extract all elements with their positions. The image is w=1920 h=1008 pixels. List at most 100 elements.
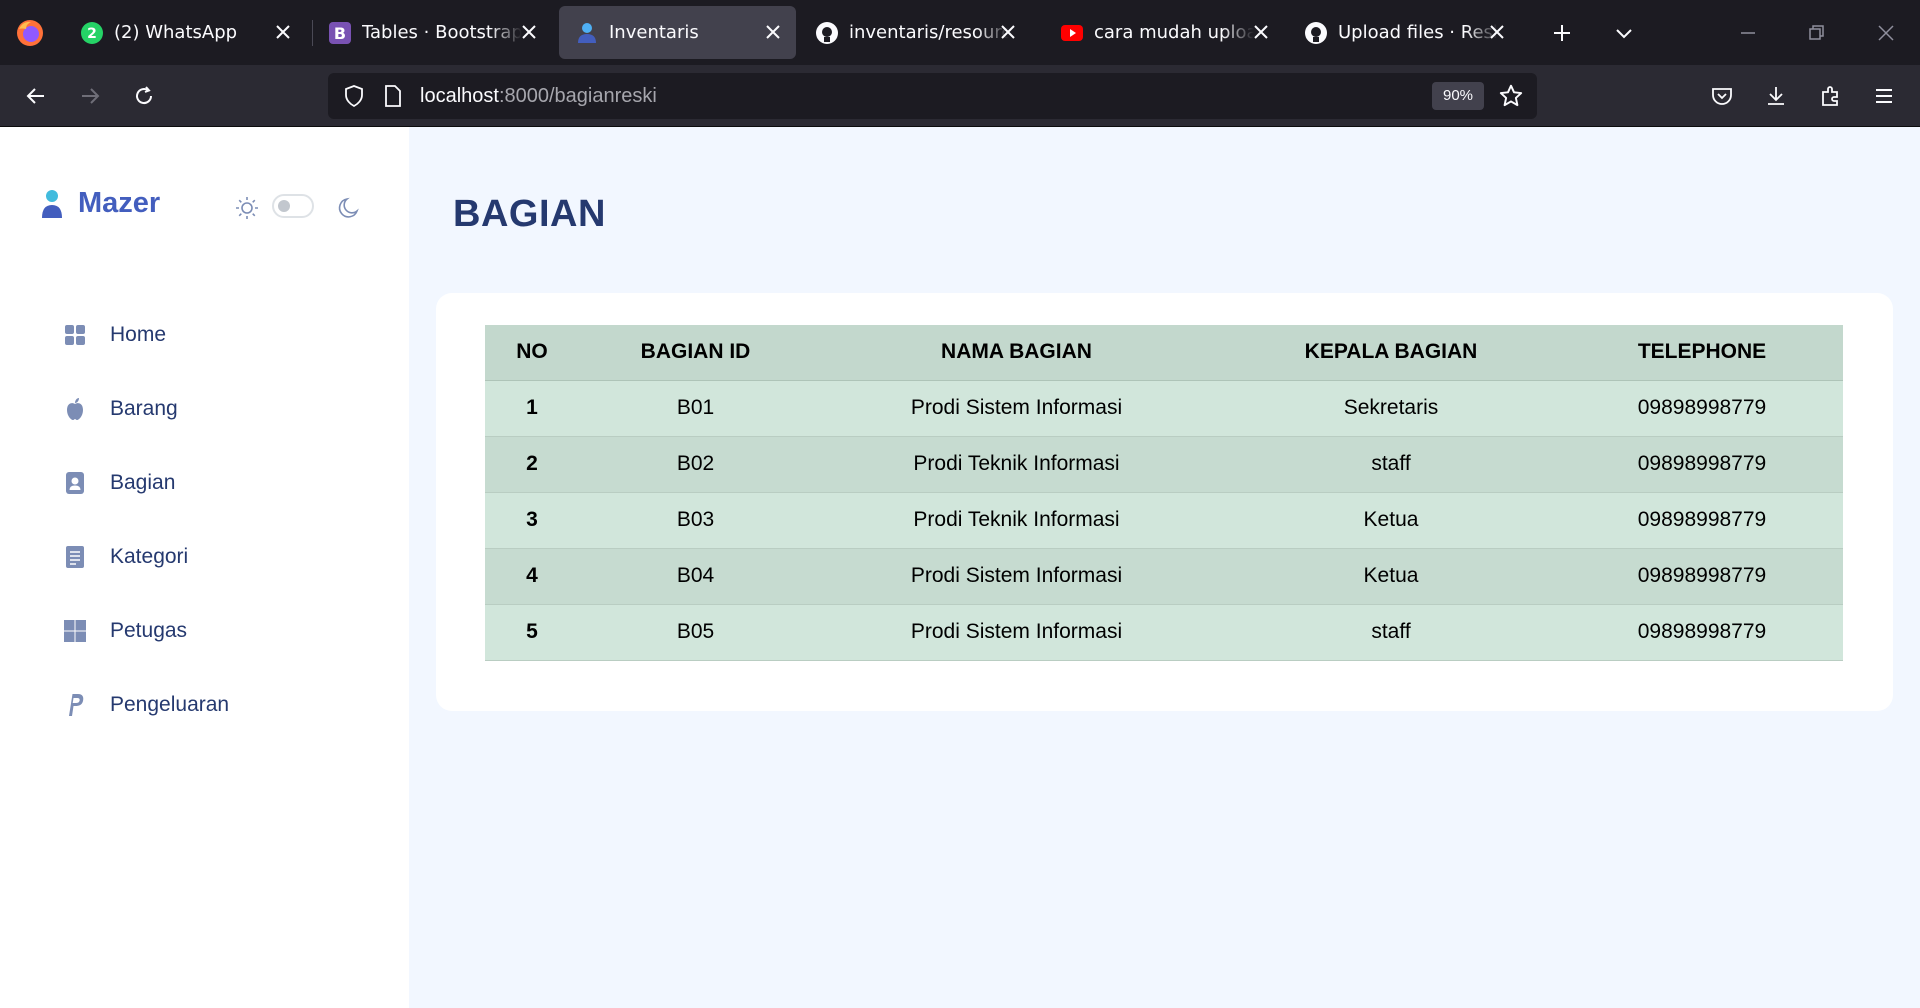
page-title: BAGIAN xyxy=(453,193,606,235)
table-cell: 09898998779 xyxy=(1561,548,1843,605)
brand-name: Mazer xyxy=(78,187,161,219)
tab-inventaris[interactable]: Inventaris xyxy=(559,6,796,59)
table-cell: B02 xyxy=(579,436,812,493)
table-cell: 4 xyxy=(485,548,579,605)
table-cell: Prodi Sistem Informasi xyxy=(812,380,1221,437)
svg-text:2: 2 xyxy=(87,26,97,42)
downloads-button[interactable] xyxy=(1758,78,1794,114)
close-icon xyxy=(1878,25,1894,41)
sidebar-item-bagian[interactable]: Bagian xyxy=(60,458,360,508)
column-header: NAMA BAGIAN xyxy=(812,325,1221,381)
table-row: 4 B04 Prodi Sistem Informasi Ketua 09898… xyxy=(485,548,1843,605)
restore-icon xyxy=(1809,25,1824,40)
theme-toggle[interactable] xyxy=(234,190,359,224)
page-icon[interactable] xyxy=(382,84,404,112)
pocket-icon xyxy=(1712,88,1732,105)
arrow-left-icon xyxy=(26,88,44,104)
tab-label: Upload files · ReskiU xyxy=(1338,22,1498,43)
brand-logo[interactable]: Mazer xyxy=(40,187,160,220)
zoom-level-badge[interactable]: 90% xyxy=(1432,82,1484,110)
plus-icon xyxy=(1554,25,1570,41)
reload-button[interactable] xyxy=(126,78,162,114)
table-cell: B03 xyxy=(579,492,812,549)
url-path: :8000/bagianreski xyxy=(498,85,657,107)
download-icon xyxy=(1768,87,1784,105)
table-cell: 09898998779 xyxy=(1561,436,1843,493)
table-header-row: NO BAGIAN ID NAMA BAGIAN KEPALA BAGIAN T… xyxy=(485,325,1843,381)
close-icon[interactable] xyxy=(997,21,1019,43)
sidebar-item-label: Bagian xyxy=(110,471,176,494)
reload-icon xyxy=(136,86,153,105)
table-row: 2 B02 Prodi Teknik Informasi staff 09898… xyxy=(485,436,1843,493)
table-cell: 09898998779 xyxy=(1561,492,1843,549)
github-icon xyxy=(1304,21,1328,45)
tab-youtube[interactable]: cara mudah upload xyxy=(1044,6,1284,59)
minimize-button[interactable] xyxy=(1732,17,1764,49)
extensions-button[interactable] xyxy=(1813,78,1849,114)
list-all-tabs-button[interactable] xyxy=(1608,17,1640,49)
table-row: 5 B05 Prodi Sistem Informasi staff 09898… xyxy=(485,604,1843,661)
tab-label: (2) WhatsApp xyxy=(114,22,238,43)
table-cell: 09898998779 xyxy=(1561,604,1843,661)
pocket-button[interactable] xyxy=(1704,78,1740,114)
close-icon[interactable] xyxy=(1486,21,1508,43)
table-cell: 1 xyxy=(485,380,579,437)
person-badge-icon xyxy=(60,468,90,498)
hamburger-menu-icon xyxy=(1876,89,1892,103)
url-host: localhost xyxy=(420,85,499,107)
table-cell: 09898998779 xyxy=(1561,380,1843,437)
tab-label: Tables · Bootstrap v5 xyxy=(362,22,522,43)
table-cell: Ketua xyxy=(1221,492,1561,549)
paypal-icon xyxy=(60,690,90,720)
forward-button[interactable] xyxy=(72,78,108,114)
back-button[interactable] xyxy=(18,78,54,114)
browser-tab-bar: 2 (2) WhatsApp B Tables · Bootstrap v5 I… xyxy=(0,0,1920,65)
table-cell: B01 xyxy=(579,380,812,437)
tab-whatsapp[interactable]: 2 (2) WhatsApp xyxy=(64,6,306,59)
table-cell: staff xyxy=(1221,604,1561,661)
bookmark-star-icon[interactable] xyxy=(1498,83,1524,113)
sidebar-item-label: Home xyxy=(110,323,167,346)
close-icon[interactable] xyxy=(272,21,294,43)
whatsapp-icon: 2 xyxy=(80,21,104,45)
sidebar-item-home[interactable]: Home xyxy=(60,310,360,360)
apple-icon xyxy=(60,394,90,424)
tab-bootstrap-tables[interactable]: B Tables · Bootstrap v5 xyxy=(312,6,552,59)
sidebar-item-pengeluaran[interactable]: Pengeluaran xyxy=(60,680,360,730)
firefox-logo-icon[interactable] xyxy=(14,17,46,49)
dark-mode-switch[interactable] xyxy=(272,194,314,218)
table-cell: Prodi Sistem Informasi xyxy=(812,604,1221,661)
app-menu-button[interactable] xyxy=(1866,78,1902,114)
sidebar-item-kategori[interactable]: Kategori xyxy=(60,532,360,582)
table-cell: 3 xyxy=(485,492,579,549)
sun-icon xyxy=(236,197,258,219)
table-cell: B05 xyxy=(579,604,812,661)
sidebar-item-petugas[interactable]: Petugas xyxy=(60,606,360,656)
table-cell: Ketua xyxy=(1221,548,1561,605)
youtube-icon xyxy=(1060,21,1084,45)
close-icon[interactable] xyxy=(518,21,540,43)
tab-github-upload[interactable]: Upload files · ReskiU xyxy=(1288,6,1520,59)
sidebar-item-barang[interactable]: Barang xyxy=(60,384,360,434)
url-bar[interactable]: localhost:8000/bagianreski 90% xyxy=(328,73,1537,119)
browser-navigation-bar: localhost:8000/bagianreski 90% xyxy=(0,65,1920,127)
table-cell: staff xyxy=(1221,436,1561,493)
bagian-table: NO BAGIAN ID NAMA BAGIAN KEPALA BAGIAN T… xyxy=(485,325,1843,661)
url-text[interactable]: localhost:8000/bagianreski xyxy=(420,85,657,108)
table-cell: 5 xyxy=(485,604,579,661)
tab-github-inventaris[interactable]: inventaris/resources xyxy=(799,6,1031,59)
grid-icon xyxy=(60,320,90,350)
new-tab-button[interactable] xyxy=(1546,17,1578,49)
arrow-right-icon xyxy=(82,88,100,104)
close-window-button[interactable] xyxy=(1870,17,1902,49)
restore-button[interactable] xyxy=(1800,17,1832,49)
table-cell: Prodi Teknik Informasi xyxy=(812,492,1221,549)
table-cell: B04 xyxy=(579,548,812,605)
github-icon xyxy=(815,21,839,45)
close-icon[interactable] xyxy=(762,21,784,43)
column-header: KEPALA BAGIAN xyxy=(1221,325,1561,381)
close-icon[interactable] xyxy=(1250,21,1272,43)
moon-icon xyxy=(338,197,359,218)
shield-icon[interactable] xyxy=(342,84,366,112)
sidebar-item-label: Pengeluaran xyxy=(110,693,230,716)
